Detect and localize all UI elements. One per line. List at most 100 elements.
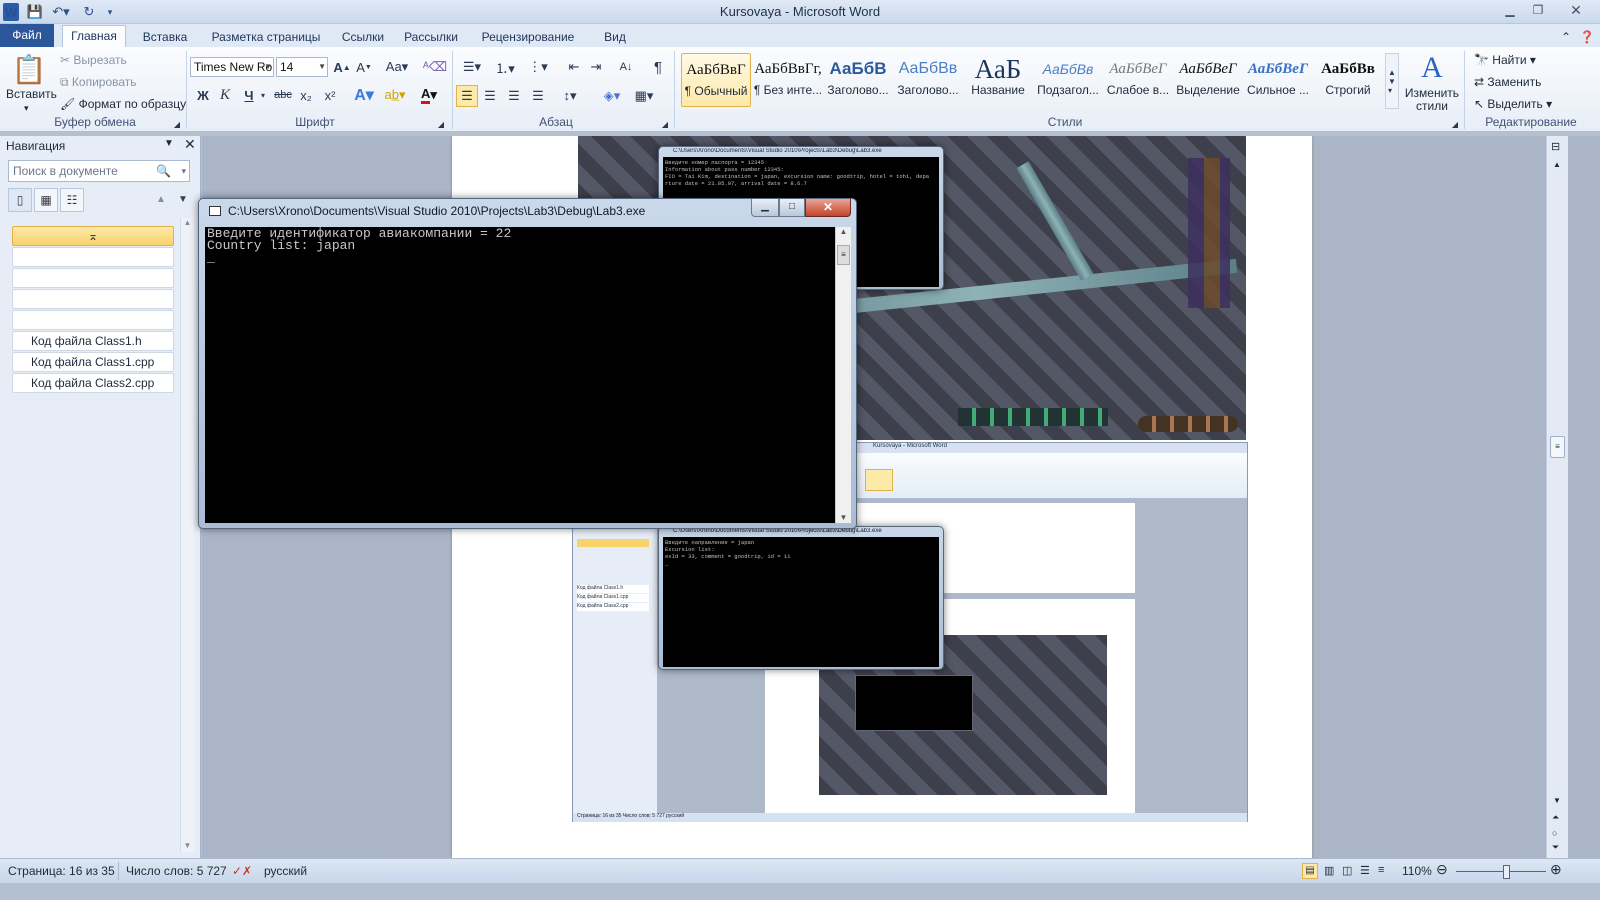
prev-page-icon[interactable]: ⏶ [1552,812,1559,823]
nav-item[interactable] [12,247,174,267]
nav-pages-tab-icon[interactable]: ▦ [34,188,58,212]
minimize-icon[interactable]: ▁ [1496,0,1524,20]
scroll-up-icon[interactable]: ▲ [1553,160,1561,169]
clear-format-icon[interactable]: ᴬ⌫ [423,57,447,77]
nav-item-class1-h[interactable]: Код файла Class1.h [12,331,174,351]
style-normal[interactable]: АаБбВвГ ¶ Обычный [681,53,751,107]
style-subtitle[interactable]: АаБбВв Подзагол... [1033,53,1103,107]
scroll-up-icon[interactable]: ▲ [836,227,851,236]
tab-review[interactable]: Рецензирование [472,27,584,47]
style-heading2[interactable]: АаБбВв Заголово... [893,53,963,107]
nav-item[interactable] [12,289,174,309]
close-icon[interactable]: ✕ [1556,0,1596,20]
print-layout-icon[interactable]: ▤ [1302,863,1318,879]
replace-button[interactable]: ⇄ Заменить [1474,75,1541,89]
paragraph-launcher-icon[interactable]: ◢ [660,119,670,129]
scroll-down-icon[interactable]: ▼ [181,841,194,850]
browse-object-icon[interactable]: ○ [1552,828,1557,838]
text-effects-icon[interactable]: A▾ [350,85,378,105]
chevron-down-icon[interactable]: ▾ [181,161,186,181]
language[interactable]: русский [264,864,307,878]
borders-icon[interactable]: ▦▾ [630,85,658,107]
nav-scrollbar[interactable]: ▲ ▼ [180,218,194,852]
document-scrollbar[interactable]: ⊟ ▲ ≡ ▼ ⏶ ○ ⏷ [1546,136,1568,858]
zoom-slider-thumb[interactable] [1502,865,1510,879]
shading-icon[interactable]: ◈▾ [598,85,626,107]
bullets-icon[interactable]: ☰▾ [458,57,486,77]
nav-headings-tab-icon[interactable]: ▯ [8,188,32,212]
paste-button[interactable]: Вставить [6,87,57,101]
console-scrollbar[interactable]: ▲ ≡ ▼ [835,227,851,523]
grow-font-icon[interactable]: A ▲ [332,57,352,77]
paste-icon[interactable]: 📋 [12,51,47,87]
zoom-out-icon[interactable]: ⊖ [1436,861,1448,878]
scroll-down-icon[interactable]: ▼ [836,513,851,522]
scroll-up-icon[interactable]: ▲ [181,218,194,227]
nav-item[interactable] [12,310,174,330]
search-icon[interactable]: 🔍 [156,161,171,181]
sort-icon[interactable]: A↓ [616,57,636,77]
style-title[interactable]: АаБ Название [963,53,1033,107]
page-count[interactable]: Страница: 16 из 35 [8,864,115,878]
align-center-icon[interactable]: ☰ [480,85,500,107]
ruler-toggle-icon[interactable]: ⊟ [1551,140,1560,153]
format-painter-button[interactable]: 🖌 Формат по образцу [60,97,186,111]
increase-indent-icon[interactable]: ⇥ [586,57,606,77]
scroll-thumb[interactable]: ≡ [837,245,850,265]
maximize-icon[interactable]: ❐ [1524,0,1552,20]
cut-button[interactable]: ✂ Вырезать [60,53,127,67]
nav-item[interactable] [12,268,174,288]
nav-item-class1-cpp[interactable]: Код файла Class1.cpp [12,352,174,372]
change-case-icon[interactable]: Aa▾ [384,57,410,77]
next-page-icon[interactable]: ⏷ [1552,842,1559,853]
scroll-thumb[interactable]: ≡ [1550,436,1565,458]
style-strong[interactable]: АаБбВв Строгий [1313,53,1383,107]
tab-home[interactable]: Главная [62,25,126,48]
subscript-button[interactable]: x₂ [296,85,316,105]
font-color-icon[interactable]: A ▾ [414,85,444,105]
tab-insert[interactable]: Вставка [134,27,196,47]
align-left-icon[interactable]: ☰ [456,85,478,107]
multilevel-list-icon[interactable]: ⋮▾ [524,57,552,77]
align-right-icon[interactable]: ☰ [504,85,524,107]
style-intense-emphasis[interactable]: АаБбВеГ Сильное ... [1243,53,1313,107]
tab-mailings[interactable]: Рассылки [398,27,464,47]
nav-search-input[interactable]: Поиск в документе 🔍 ▾ [8,160,190,182]
nav-menu-icon[interactable]: ▼ [164,138,174,149]
numbering-icon[interactable]: ⒈▾ [490,57,520,77]
nav-prev-icon[interactable]: ▲ [156,194,166,205]
clipboard-launcher-icon[interactable]: ◢ [172,119,182,129]
zoom-level[interactable]: 110% [1402,864,1432,878]
nav-next-icon[interactable]: ▼ [178,194,188,205]
proofing-icon[interactable]: ✓✗ [232,864,252,878]
shrink-font-icon[interactable]: A ▼ [354,57,374,77]
font-size-combo[interactable]: 14 ▼ [276,57,328,77]
superscript-button[interactable]: x² [320,85,340,105]
styles-launcher-icon[interactable]: ◢ [1450,119,1460,129]
italic-button[interactable]: К [216,85,234,105]
style-subtle-emphasis[interactable]: АаБбВеГ Слабое в... [1103,53,1173,107]
tab-references[interactable]: Ссылки [336,27,390,47]
nav-item-class2-cpp[interactable]: Код файла Class2.cpp [12,373,174,393]
word-count[interactable]: Число слов: 5 727 [126,864,227,878]
full-screen-reading-icon[interactable]: ▥ [1324,864,1334,877]
console-window[interactable]: C:\Users\Xrono\Documents\Visual Studio 2… [198,198,857,529]
pilcrow-icon[interactable]: ¶ [648,57,668,77]
style-heading1[interactable]: АаБбВ Заголово... [823,53,893,107]
zoom-in-icon[interactable]: ⊕ [1550,861,1562,878]
tab-page-layout[interactable]: Разметка страницы [204,27,328,47]
underline-dropdown-icon[interactable]: ▾ [258,85,268,105]
select-button[interactable]: ↖ Выделить ▾ [1474,97,1552,111]
web-layout-icon[interactable]: ◫ [1342,864,1352,877]
minimize-ribbon-icon[interactable]: ⌃ [1558,27,1574,47]
zoom-slider[interactable] [1456,871,1546,872]
change-styles-button[interactable]: Изменить стили [1404,87,1460,113]
bold-button[interactable]: Ж [194,85,212,105]
console-maximize-icon[interactable]: □ [779,199,805,217]
nav-results-tab-icon[interactable]: ☷ [60,188,84,212]
style-no-spacing[interactable]: АаБбВвГг, ¶ Без инте... [753,53,823,107]
console-minimize-icon[interactable]: ▁ [751,199,779,217]
console-output[interactable]: Введите идентификатор авиакомпании = 22 C… [205,227,835,523]
highlight-icon[interactable]: ab̲▾ [380,85,410,105]
decrease-indent-icon[interactable]: ⇤ [564,57,584,77]
